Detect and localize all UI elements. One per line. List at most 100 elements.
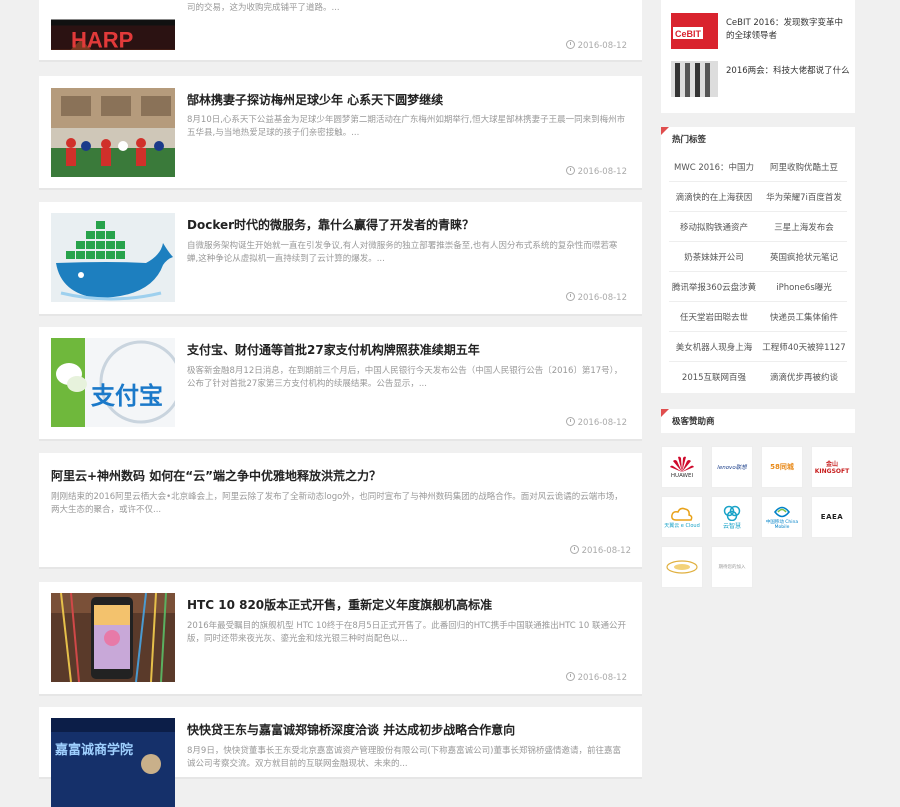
article-date: 2016-08-12	[565, 417, 627, 428]
article-thumbnail[interactable]: 支付宝	[51, 338, 175, 427]
recent-thumbnail[interactable]	[671, 61, 718, 97]
article-card[interactable]: 嘉富诚商学院 快快贷王东与嘉富诚郑锦桥深度洽谈 并达成初步战略合作意向 8月9日…	[39, 707, 642, 807]
article-thumbnail[interactable]: HARP	[51, 0, 175, 50]
sponsor-label: 期待您的加入	[718, 565, 746, 570]
hot-tags-header: 热门标签	[661, 127, 855, 151]
article-thumbnail[interactable]	[51, 593, 175, 682]
article-excerpt: 刚刚结束的2016阿里云栖大会•北京峰会上，阿里云除了发布了全新动态logo外，…	[51, 492, 623, 515]
tag-link[interactable]: 腾讯举报360云盘涉黄	[669, 281, 759, 293]
sponsor-label: 58同城	[770, 463, 794, 471]
tag-link[interactable]: iPhone6s曝光	[759, 281, 849, 293]
thumb-text: 嘉富诚商学院	[54, 742, 133, 758]
article-card[interactable]: Docker时代的微服务，靠什么赢得了开发者的青睐？ 自微服务架构诞生开始就一直…	[39, 202, 642, 316]
article-title[interactable]: 阿里云+神州数码 如何在“云”端之争中优雅地释放洪荒之力？	[51, 467, 381, 484]
tag-link[interactable]: 滴滴优步再被约谈	[759, 371, 849, 383]
recent-item[interactable]: 2016两会：科技大佬都说了什么	[671, 61, 851, 101]
sponsor-58[interactable]: 58同城	[761, 446, 803, 488]
corner-marker	[661, 127, 669, 135]
sponsor-china-mobile[interactable]: 中国移动 China Mobile	[761, 496, 803, 538]
tag-link[interactable]: 阿里收购优酷土豆	[759, 161, 849, 173]
tag-link[interactable]: 滴滴快的在上海获因	[669, 191, 759, 203]
tag-link[interactable]: 移动拟购铁通资产	[669, 221, 759, 233]
sponsors-header: 极客赞助商	[661, 409, 855, 433]
corner-marker	[661, 409, 669, 417]
date-text: 2016-08-12	[577, 418, 627, 428]
recent-title[interactable]: CeBIT 2016：发现数字变革中的全球领导者	[726, 17, 851, 43]
huawei-logo-icon	[670, 456, 694, 472]
sponsor-eaea[interactable]: EAEA	[811, 496, 853, 538]
docker-whale-image	[51, 213, 175, 302]
article-title[interactable]: 郜林携妻子探访梅州足球少年 心系天下圆梦继续	[187, 91, 443, 108]
sponsor-kingsoft[interactable]: 金山 KINGSOFT	[811, 446, 853, 488]
sponsor-label: 金山 KINGSOFT	[814, 461, 850, 475]
article-thumbnail[interactable]	[51, 88, 175, 177]
recent-item[interactable]: CeBIT CeBIT 2016：发现数字变革中的全球领导者	[671, 13, 851, 53]
article-excerpt: 2016年最受瞩目的旗舰机型 HTC 10终于在8月5日正式开售了。此番回归的H…	[187, 621, 626, 644]
tag-link[interactable]: MWC 2016：中国力	[669, 161, 759, 173]
article-date: 2016-08-12	[569, 545, 631, 556]
article-date: 2016-08-12	[565, 292, 627, 303]
sponsor-label: 天翼云 e Cloud	[664, 522, 700, 529]
clock-icon	[565, 166, 575, 175]
section-title: 热门标签	[672, 135, 707, 145]
tag-link[interactable]: 工程师40天被猝1127	[759, 341, 849, 353]
recent-thumbnail[interactable]: CeBIT	[671, 13, 718, 49]
sponsor-lenovo[interactable]: lenovo联想	[711, 446, 753, 488]
sponsor-huawei[interactable]: HUAWEI	[661, 446, 703, 488]
article-card[interactable]: HTC 10 820版本正式开售，重新定义年度旗舰机高标准 2016年最受瞩目的…	[39, 582, 642, 696]
divider	[669, 361, 847, 362]
sponsor-label: lenovo联想	[717, 465, 747, 471]
article-excerpt: 8月9日，快快贷董事长王东受北京嘉富诚资产管理股份有限公司(下称嘉富诚公司)董事…	[187, 746, 621, 769]
sponsor-label: 中国移动 China Mobile	[765, 519, 799, 530]
recent-title[interactable]: 2016两会：科技大佬都说了什么	[726, 65, 851, 78]
tag-link[interactable]: 美女机器人现身上海	[669, 341, 759, 353]
divider	[669, 211, 847, 212]
sponsor-gold-logo[interactable]	[661, 546, 703, 588]
cloud-knot-icon	[723, 505, 741, 521]
divider	[669, 271, 847, 272]
recent-articles-box: CeBIT CeBIT 2016：发现数字变革中的全球领导者 2016两会：科技…	[661, 0, 855, 113]
kuaikuaidai-image: 嘉富诚商学院	[51, 718, 175, 807]
sponsor-label: 云智慧	[722, 522, 741, 530]
article-card[interactable]: 郜林携妻子探访梅州足球少年 心系天下圆梦继续 8月10日,心系天下公益基金为足球…	[39, 76, 642, 190]
football-kids-image	[51, 88, 175, 177]
tag-link[interactable]: 英国疯抢状元笔记	[759, 251, 849, 263]
article-excerpt: 极客新金融8月12日消息，在到期前三个月后，中国人民银行今天发布公告（中国人民银…	[187, 366, 623, 389]
article-card[interactable]: 支付宝 支付宝、财付通等首批27家支付机构牌照获准续期五年 极客新金融8月12日…	[39, 327, 642, 441]
article-thumbnail[interactable]	[51, 213, 175, 302]
sponsor-label: EAEA	[820, 513, 844, 521]
clock-icon	[565, 292, 575, 301]
article-title[interactable]: 支付宝、财付通等首批27家支付机构牌照获准续期五年	[187, 341, 480, 358]
tag-link[interactable]: 快递员工集体偷件	[759, 311, 849, 323]
article-card[interactable]: 阿里云+神州数码 如何在“云”端之争中优雅地释放洪荒之力？ 刚刚结束的2016阿…	[39, 453, 642, 569]
date-text: 2016-08-12	[581, 546, 631, 556]
article-title[interactable]: 快快贷王东与嘉富诚郑锦桥深度洽谈 并达成初步战略合作意向	[187, 721, 515, 738]
sponsor-join[interactable]: 期待您的加入	[711, 546, 753, 588]
date-text: 2016-08-12	[577, 41, 627, 51]
article-title[interactable]: Docker时代的微服务，靠什么赢得了开发者的青睐？	[187, 216, 474, 233]
article-title[interactable]: HTC 10 820版本正式开售，重新定义年度旗舰机高标准	[187, 596, 492, 613]
article-excerpt: 自微服务架构诞生开始就一直在引发争议,有人对微服务的独立部署推崇备至,也有人因分…	[187, 241, 618, 264]
htc-phone-image	[51, 593, 175, 682]
cloud-logo-icon	[671, 507, 693, 521]
hot-tags-list: MWC 2016：中国力 阿里收购优酷土豆 滴滴快的在上海获因 华为荣耀7i百度…	[661, 151, 855, 393]
tag-link[interactable]: 三星上海发布会	[759, 221, 849, 233]
sponsor-label: HUAWEI	[670, 473, 694, 479]
article-card[interactable]: HARP 司的交易，这为收购完成铺平了道路。... 2016-08-12	[39, 0, 642, 62]
divider	[669, 181, 847, 182]
article-thumbnail[interactable]: 嘉富诚商学院	[51, 718, 175, 807]
date-text: 2016-08-12	[577, 167, 627, 177]
section-title: 极客赞助商	[672, 417, 715, 427]
tag-link[interactable]: 2015互联网百强	[669, 371, 759, 383]
thumb-text: 支付宝	[91, 382, 163, 410]
article-date: 2016-08-12	[565, 40, 627, 51]
sponsor-yunzhihui[interactable]: 云智慧	[711, 496, 753, 538]
sponsor-tianyiyun[interactable]: 天翼云 e Cloud	[661, 496, 703, 538]
tag-link[interactable]: 奶茶妹妹开公司	[669, 251, 759, 263]
date-text: 2016-08-12	[577, 673, 627, 683]
article-excerpt: 司的交易，这为收购完成铺平了道路。...	[187, 3, 340, 13]
divider	[669, 331, 847, 332]
tag-link[interactable]: 华为荣耀7i百度首发	[759, 191, 849, 203]
tag-link[interactable]: 任天堂岩田聪去世	[669, 311, 759, 323]
alipay-wechat-image: 支付宝	[51, 338, 175, 427]
